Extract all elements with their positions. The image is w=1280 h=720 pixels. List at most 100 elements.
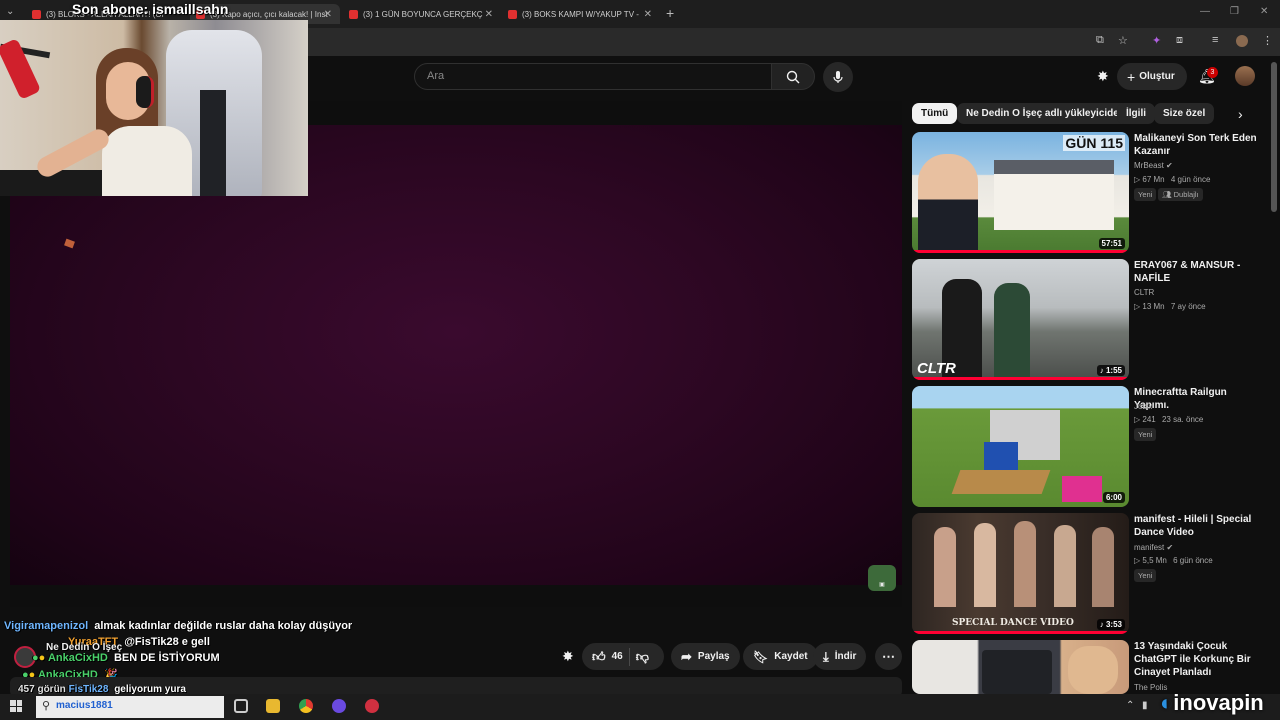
download-button[interactable]: ⤓ İndir [813,643,867,670]
video-title[interactable]: ERAY067 & MANSUR - NAFİLE [1134,259,1264,285]
video-title[interactable]: Minecraftta Railgun Yapımı. [1134,386,1264,412]
thumbnail-screen [982,650,1052,694]
taskbar-search-icon: ⚲ [42,700,51,712]
chip-all[interactable]: Tümü [912,103,958,124]
chat-message: ●● AnkaCixHD BEN DE İSTİYORUM [32,652,220,664]
chrome-icon[interactable] [299,699,313,713]
like-count: 46 [611,651,623,662]
app-icon[interactable] [365,699,379,713]
youtube-favicon-icon [349,9,358,19]
share-label: Paylaş [697,651,730,662]
verified-icon: ✔ [1166,543,1174,552]
upload-age: 6 gün önce [1173,556,1213,565]
gemini-sparkle-icon[interactable]: ✸ [1097,68,1109,85]
channel-label: manifest [1134,543,1165,552]
voice-search-button[interactable] [823,62,853,92]
extensions-puzzle-icon[interactable]: ⧈ [1176,34,1183,47]
dubbed-label: Dublajlı [1173,190,1199,199]
thumbnail-blue-block [984,442,1018,472]
video-thumbnail[interactable]: CLTR ♪ 1:55 [912,259,1129,380]
view-count: 67 Mn [1142,175,1165,184]
chip-from-uploader[interactable]: Ne Dedin O İşeç adlı yükleyiciden [957,103,1134,124]
duration-label: 1:55 [1105,366,1122,375]
bookmark-star-icon[interactable]: ☆ [1118,34,1128,47]
video-duration: 57:51 [1098,238,1125,249]
video-title[interactable]: Malikaneyi Son Terk Eden Kazanır [1134,132,1264,158]
reading-list-icon[interactable]: ≡ [1212,34,1218,46]
thumbnail-house [994,160,1114,230]
browser-profile-avatar[interactable] [1236,35,1248,47]
search-icon [786,70,800,83]
share-button[interactable]: ➦ Paylaş [671,643,740,670]
install-app-icon[interactable]: ⧉ [1096,34,1104,47]
dubbed-badge: 👥︎ Dublajlı [1158,188,1203,201]
video-title[interactable]: manifest - Hileli | Special Dance Video [1134,513,1264,539]
chips-next-arrow-icon[interactable]: › [1238,106,1243,122]
ask-ai-icon[interactable]: ✸ [562,648,574,665]
app-icon[interactable] [332,699,346,713]
tab-label: (3) BOKS KAMPI W/YAKUP TV - [522,9,639,19]
view-count: 5,5 Mn [1142,556,1167,565]
like-button[interactable]: 👍︎ 46 [592,649,623,665]
video-duration: ♪ 3:53 [1096,619,1125,630]
watch-progress-bar [912,631,1129,634]
maximize-icon[interactable]: ❐ [1230,6,1239,17]
page-scrollbar[interactable] [1271,62,1277,212]
tab-list-dropdown[interactable]: ⌄ [6,6,14,17]
video-thumbnail[interactable]: GÜN 115 57:51 [912,132,1129,253]
extension-icon[interactable]: ✦ [1152,34,1161,47]
webcam-chair-stripe [200,90,226,196]
save-button[interactable]: 🔖︎ Kaydet [743,643,818,670]
chat-message: Vigiramapenizol almak kadınlar değilde r… [4,620,352,632]
video-duration: ♪ 1:55 [1096,365,1125,376]
music-note-icon: ♪ [1099,620,1104,629]
close-tab-icon[interactable]: ✕ [324,9,332,20]
close-tab-icon[interactable]: ✕ [485,9,493,20]
video-stats: ▷ 67 Mn 4 gün önce [1134,175,1210,184]
play-icon: ▷ [1134,415,1141,424]
watch-progress-bar [912,250,1129,253]
plus-icon: + [1127,68,1136,85]
browser-tab[interactable]: (3) 1 GÜN BOYUNCA GERÇEKÇ ✕ [349,4,493,24]
more-actions-button[interactable]: ⋯ [875,643,902,670]
browser-menu-icon[interactable]: ⋮ [1262,34,1273,47]
channel-name[interactable]: manifest ✔ [1134,543,1173,552]
tab-label: (3) 1 GÜN BOYUNCA GERÇEKÇ [363,9,483,19]
new-badge: Yeni [1134,188,1157,201]
search-input[interactable]: Ara [414,63,772,90]
save-label: Kaydet [774,651,808,662]
chat-username: AnkaCixHD [47,652,108,664]
new-tab-button[interactable]: + [666,5,674,21]
chip-for-you[interactable]: Size özel [1154,103,1215,124]
browser-tab[interactable]: (3) BOKS KAMPI W/YAKUP TV - ✕ [508,4,652,24]
streamer-webcam [0,20,308,196]
create-button[interactable]: + Oluştur [1117,63,1187,90]
windows-start-icon[interactable] [10,700,22,712]
file-explorer-icon[interactable] [266,699,280,713]
dislike-button[interactable]: 👎︎ [636,649,649,665]
latest-subscriber-caption: Son abone: ismaillsahn [72,1,229,17]
video-title[interactable]: 13 Yaşındaki Çocuk ChatGPT ile Korkunç B… [1134,640,1264,679]
thumbs-down-icon: 👎︎ [635,648,649,664]
video-thumbnail[interactable]: 6:00 [912,386,1129,507]
webcam-headset [136,76,154,108]
play-icon: ▷ [1134,302,1141,311]
channel-name[interactable]: MrBeast ✔ [1134,161,1173,170]
chip-related[interactable]: İlgili [1117,103,1155,124]
close-window-icon[interactable]: ✕ [1260,6,1268,17]
chat-badge-icon: ● [38,652,46,664]
channel-name[interactable]: CLTR [1134,288,1154,297]
video-thumbnail[interactable] [912,640,1129,694]
video-thumbnail[interactable]: SPECIAL DANCE VIDEO ♪ 3:53 [912,513,1129,634]
tray-chevron-icon[interactable]: ⌃ [1126,700,1134,711]
minimize-icon[interactable]: — [1200,6,1210,17]
user-avatar[interactable] [1235,66,1255,86]
create-label: Oluştur [1139,71,1175,82]
channel-name[interactable]: Jozix [1134,402,1152,411]
search-button[interactable] [771,63,815,90]
taskbar-search-input[interactable]: macius1881 [36,696,224,718]
close-tab-icon[interactable]: ✕ [644,9,652,20]
tray-network-icon[interactable]: ▮ [1142,700,1148,711]
task-view-icon[interactable] [234,699,248,713]
watermark-logo-icon: ◐ [1160,690,1174,715]
